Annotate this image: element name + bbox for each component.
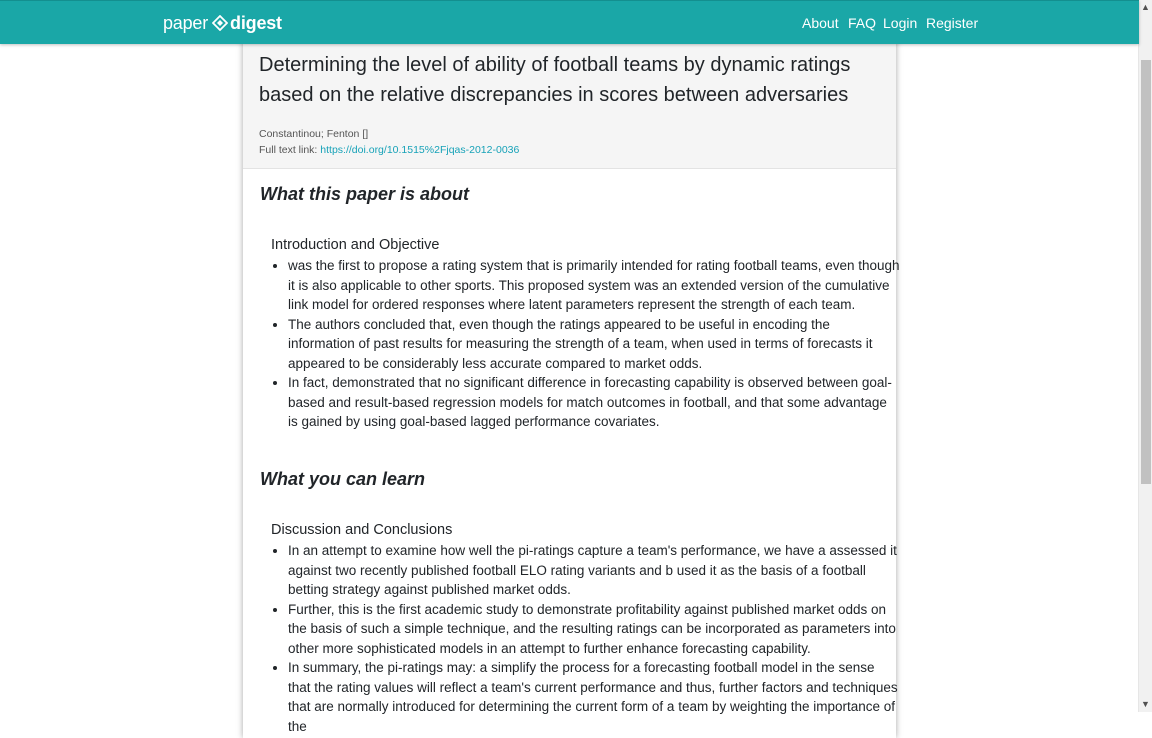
list-item: was the first to propose a rating system… xyxy=(288,256,900,315)
full-text-row: Full text link: https://doi.org/10.1515%… xyxy=(259,144,519,156)
list-item: In fact, demonstrated that no significan… xyxy=(288,373,900,432)
discussion-bullet-list: In an attempt to examine how well the pi… xyxy=(271,541,900,736)
paper-header: Determining the level of ability of foot… xyxy=(243,38,896,169)
section-heading-about: What this paper is about xyxy=(260,184,470,204)
subheading-discussion: Discussion and Conclusions xyxy=(271,522,453,538)
nav-register-link[interactable]: Register xyxy=(926,15,978,31)
section-heading-learn: What you can learn xyxy=(260,469,426,489)
intro-bullet-list: was the first to propose a rating system… xyxy=(271,256,900,432)
vertical-scrollbar[interactable]: ▲ ▼ xyxy=(1138,0,1152,712)
paper-card: Determining the level of ability of foot… xyxy=(243,38,900,738)
nav-about-link[interactable]: About xyxy=(802,15,839,31)
paper-authors: Constantinou; Fenton [] xyxy=(259,128,369,140)
top-navbar: paper digest About FAQ Login Register xyxy=(0,0,1139,44)
logo-text-digest: digest xyxy=(230,12,282,33)
list-item: In an attempt to examine how well the pi… xyxy=(288,541,900,600)
nav-login-link[interactable]: Login xyxy=(883,15,917,31)
paper-title: Determining the level of ability of foot… xyxy=(259,54,851,106)
full-text-label: Full text link: xyxy=(259,144,318,156)
list-item: The authors concluded that, even though … xyxy=(288,315,900,374)
list-item: In summary, the pi-ratings may: a simpli… xyxy=(288,658,900,736)
scroll-down-arrow-icon[interactable]: ▼ xyxy=(1141,700,1150,709)
scrollbar-thumb[interactable] xyxy=(1141,60,1151,484)
nav-faq-link[interactable]: FAQ xyxy=(848,15,876,31)
full-text-link[interactable]: https://doi.org/10.1515%2Fjqas-2012-0036 xyxy=(320,144,519,156)
list-item: Further, this is the first academic stud… xyxy=(288,600,900,659)
diamond-logo-icon xyxy=(212,15,229,31)
scroll-up-arrow-icon[interactable]: ▲ xyxy=(1141,3,1150,12)
logo-text-paper: paper xyxy=(163,12,209,33)
paperdigest-logo[interactable]: paper digest xyxy=(163,11,282,35)
subheading-introduction: Introduction and Objective xyxy=(271,237,440,253)
